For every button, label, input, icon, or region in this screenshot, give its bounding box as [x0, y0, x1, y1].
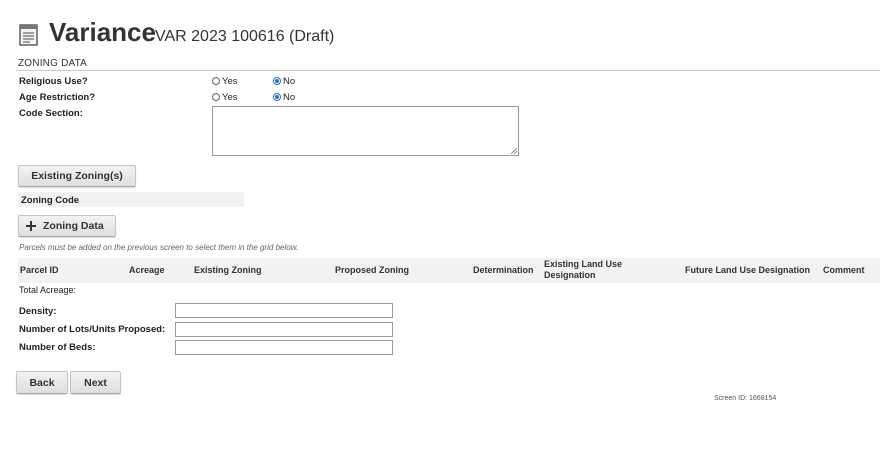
grid-hint: Parcels must be added on the previous sc… [19, 243, 299, 252]
religious-use-label: Religious Use? [19, 76, 88, 87]
code-section-label: Code Section: [19, 108, 83, 119]
add-zoning-data-label: Zoning Data [43, 220, 104, 232]
zoning-code-column: Zoning Code [21, 195, 80, 206]
col-parcel-id[interactable]: Parcel ID [20, 265, 59, 276]
age-restriction-yes-label: Yes [222, 92, 238, 103]
col-acreage[interactable]: Acreage [129, 265, 165, 276]
religious-use-yes-radio[interactable] [212, 77, 220, 85]
age-restriction-label: Age Restriction? [19, 92, 96, 103]
record-number: VAR 2023 100616 (Draft) [155, 28, 335, 45]
col-determination[interactable]: Determination [473, 265, 534, 276]
density-label: Density: [19, 306, 57, 317]
beds-input[interactable] [175, 340, 393, 355]
page-title: Variance [49, 17, 156, 47]
col-future-land-use[interactable]: Future Land Use Designation [685, 265, 810, 276]
document-icon [18, 24, 40, 46]
section-title: ZONING DATA [18, 58, 88, 69]
next-button[interactable]: Next [70, 371, 121, 394]
code-section-textarea[interactable] [212, 106, 519, 156]
lots-units-label: Number of Lots/Units Proposed: [19, 324, 166, 335]
col-comment[interactable]: Comment [823, 265, 865, 276]
lots-units-input[interactable] [175, 322, 393, 337]
religious-use-yes-label: Yes [222, 76, 238, 87]
existing-zoning-button[interactable]: Existing Zoning(s) [18, 165, 136, 187]
col-proposed-zoning[interactable]: Proposed Zoning [335, 265, 409, 276]
resize-grip-icon[interactable] [511, 148, 517, 154]
col-existing-zoning[interactable]: Existing Zoning [194, 265, 262, 276]
religious-use-no-radio[interactable] [273, 77, 281, 85]
age-restriction-no-radio[interactable] [273, 93, 281, 101]
back-button[interactable]: Back [16, 371, 68, 394]
religious-use-no-label: No [283, 76, 296, 87]
density-input[interactable] [175, 303, 393, 318]
section-divider [16, 70, 880, 71]
age-restriction-no-label: No [283, 92, 296, 103]
col-existing-land-use[interactable]: Existing Land Use Designation [544, 259, 654, 281]
add-zoning-data-button[interactable]: Zoning Data [18, 215, 116, 237]
beds-label: Number of Beds: [19, 342, 96, 353]
age-restriction-yes-radio[interactable] [212, 93, 220, 101]
plus-icon [26, 221, 36, 231]
screen-id: Screen ID: 1668154 [714, 395, 777, 402]
total-acreage-label: Total Acreage: [19, 285, 77, 295]
